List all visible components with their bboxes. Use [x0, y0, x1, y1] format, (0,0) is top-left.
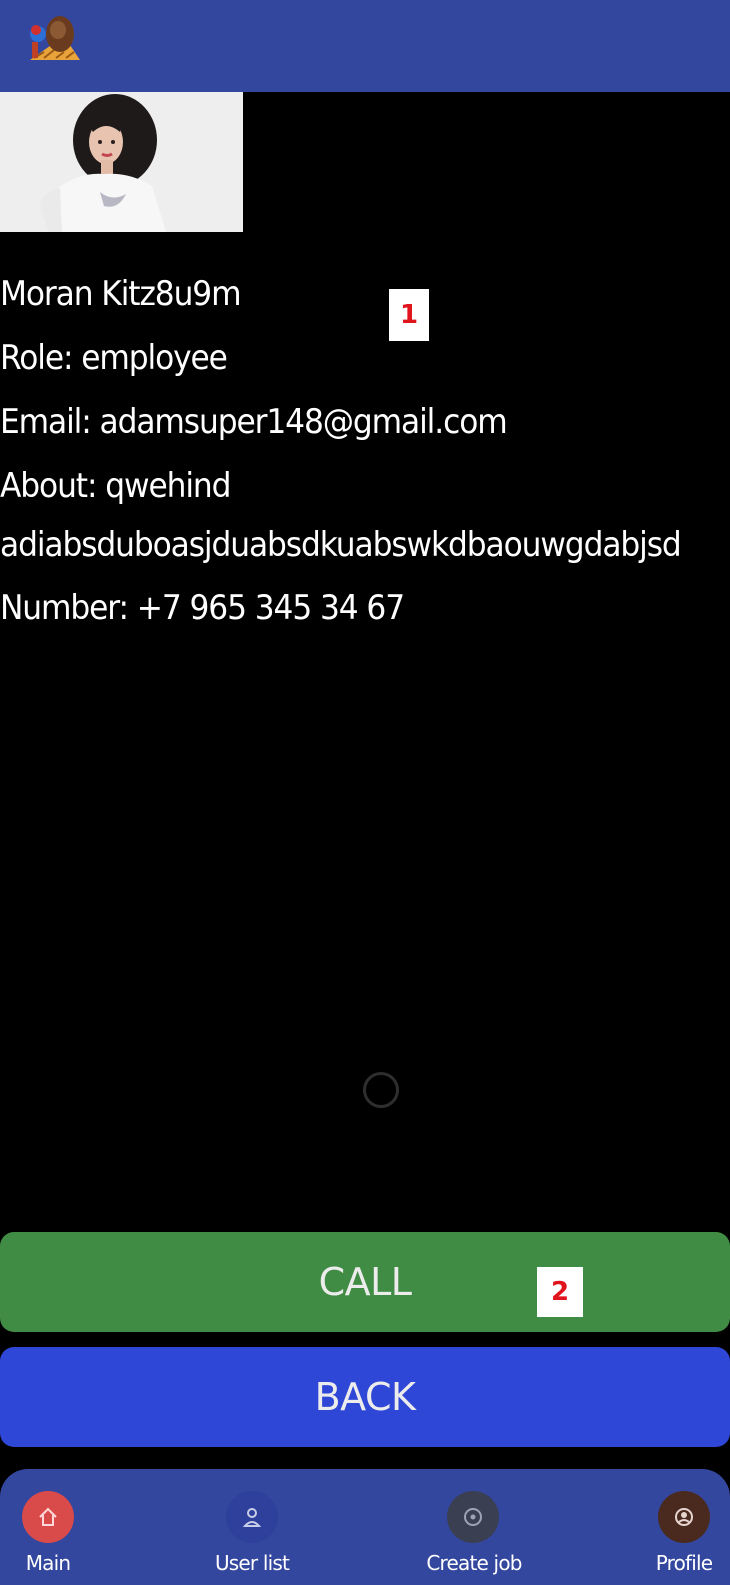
profile-icon[interactable]	[658, 1491, 710, 1543]
bottom-navigation: Main User list Create job Profile	[0, 1469, 730, 1585]
nav-label-user-list: User list	[214, 1551, 290, 1575]
nav-label-create-job: Create job	[426, 1551, 522, 1575]
call-button[interactable]: CALL	[0, 1232, 730, 1332]
add-circle-icon[interactable]	[447, 1491, 499, 1543]
home-icon[interactable]	[22, 1491, 74, 1543]
user-icon[interactable]	[226, 1491, 278, 1543]
nav-label-main: Main	[25, 1551, 71, 1575]
user-role: Role: employee	[0, 338, 228, 378]
annotation-marker-1: 1	[389, 289, 429, 341]
nav-item-user-list[interactable]: User list	[200, 1469, 320, 1585]
user-name: Moran Kitz8u9m	[0, 274, 242, 314]
user-email: Email: adamsuper148@gmail.com	[0, 402, 508, 442]
loading-spinner-icon	[363, 1072, 399, 1108]
top-app-bar	[0, 0, 730, 92]
app-screen: Moran Kitz8u9m Role: employee Email: ada…	[0, 0, 730, 1585]
user-number: Number: +7 965 345 34 67	[0, 588, 405, 628]
profile-photo	[0, 92, 243, 232]
user-about-continued: adiabsduboasjduabsdkuabswkdbaouwgdabjsd	[0, 525, 682, 565]
nav-item-profile[interactable]: Profile	[610, 1469, 730, 1585]
user-about: About: qwehind	[0, 466, 231, 506]
nav-item-create-job[interactable]: Create job	[420, 1469, 540, 1585]
back-button[interactable]: BACK	[0, 1347, 730, 1447]
hammer-logo-icon[interactable]	[24, 12, 82, 70]
nav-item-main[interactable]: Main	[0, 1469, 120, 1585]
annotation-marker-2: 2	[537, 1267, 583, 1317]
nav-label-profile: Profile	[655, 1551, 713, 1575]
